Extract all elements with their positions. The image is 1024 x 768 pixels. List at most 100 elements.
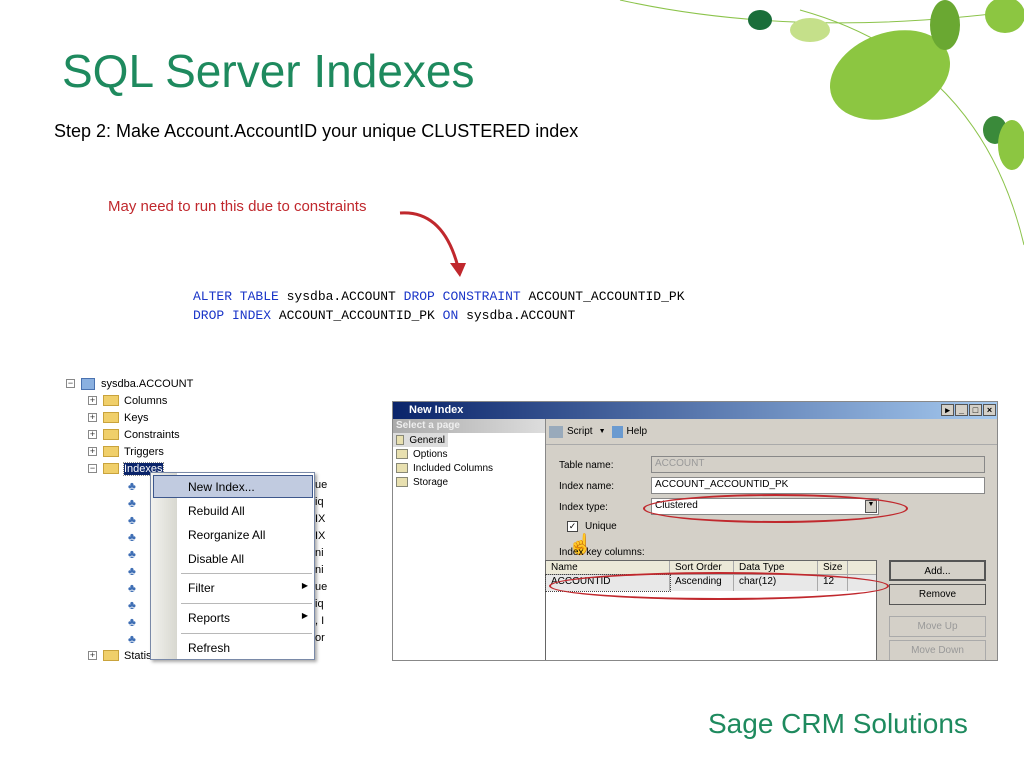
column-header[interactable]: Name <box>546 561 670 574</box>
folder-icon <box>103 412 119 423</box>
slide-title: SQL Server Indexes <box>62 45 475 97</box>
table-name-label: Table name: <box>559 460 614 471</box>
column-header[interactable]: Size <box>818 561 848 574</box>
sql-identifier: sysdba.ACCOUNT <box>458 308 576 323</box>
index-icon: ♣ <box>128 529 136 544</box>
index-icon: ♣ <box>128 546 136 561</box>
sql-keyword: ON <box>442 308 459 323</box>
folder-icon <box>103 429 119 440</box>
menu-item-label: Reports <box>188 611 231 625</box>
menu-item-filter[interactable]: Filter ▶ <box>188 581 308 595</box>
unique-checkbox[interactable]: ✓ <box>567 521 578 532</box>
tree-node-label[interactable]: sysdba.ACCOUNT <box>101 378 193 390</box>
folder-icon <box>103 446 119 457</box>
index-name-fragment[interactable]: ni <box>315 564 324 576</box>
menu-item-rebuild-all[interactable]: Rebuild All <box>188 504 308 518</box>
expand-icon[interactable]: + <box>88 447 97 456</box>
help-icon <box>611 425 623 438</box>
code-line-2: DROP INDEX ACCOUNT_ACCOUNTID_PK ON sysdb… <box>193 306 685 325</box>
add-button[interactable]: Add... <box>889 560 986 581</box>
menu-item-new-index[interactable]: New Index... <box>188 480 308 494</box>
index-icon: ♣ <box>128 597 136 612</box>
dialog-titlebar: New Index ▸ _ □ × <box>393 402 997 419</box>
footer-brand: Sage CRM Solutions <box>708 708 968 739</box>
table-icon <box>81 377 95 390</box>
page-included-columns[interactable]: Included Columns <box>393 461 545 475</box>
index-icon: ♣ <box>128 563 136 578</box>
index-icon: ♣ <box>128 495 136 510</box>
move-down-button[interactable]: Move Down <box>889 640 986 660</box>
tree-node-label[interactable]: Columns <box>124 395 167 407</box>
remove-button[interactable]: Remove <box>889 584 986 605</box>
index-name-fragment[interactable]: ue <box>315 479 327 491</box>
index-name-input[interactable]: ACCOUNT_ACCOUNTID_PK <box>651 477 985 494</box>
page-label: Included Columns <box>413 462 494 474</box>
page-icon <box>396 463 408 473</box>
index-icon: ♣ <box>128 580 136 595</box>
submenu-arrow-icon: ▶ <box>301 581 308 590</box>
page-options[interactable]: Options <box>393 447 545 461</box>
index-icon: ♣ <box>128 631 136 646</box>
sql-code: ALTER TABLE sysdba.ACCOUNT DROP CONSTRAI… <box>193 287 685 325</box>
index-icon: ♣ <box>128 478 136 493</box>
index-name-fragment[interactable]: iq <box>315 496 324 508</box>
window-menu-button[interactable]: ▸ <box>941 404 954 416</box>
maximize-button[interactable]: □ <box>969 404 982 416</box>
sql-keyword: DROP CONSTRAINT <box>403 289 521 304</box>
expand-icon[interactable]: + <box>88 396 97 405</box>
submenu-arrow-icon: ▶ <box>301 611 308 620</box>
tree-node-label[interactable]: Constraints <box>124 429 180 441</box>
index-name-fragment[interactable]: iq <box>315 598 324 610</box>
dialog-title: New Index <box>409 404 464 416</box>
index-name-fragment[interactable]: , I <box>315 615 324 627</box>
page-general[interactable]: General <box>393 433 448 447</box>
minimize-button[interactable]: _ <box>955 404 968 416</box>
index-icon: ♣ <box>128 614 136 629</box>
slide-subtitle: Step 2: Make Account.AccountID your uniq… <box>54 121 579 141</box>
move-up-button[interactable]: Move Up <box>889 616 986 637</box>
expand-icon[interactable]: + <box>88 651 97 660</box>
highlight-oval <box>549 572 889 600</box>
tree-node-label[interactable]: Triggers <box>124 446 164 458</box>
new-index-dialog: New Index ▸ _ □ × Select a page General … <box>392 401 998 661</box>
collapse-icon[interactable]: − <box>66 379 75 388</box>
unique-label: Unique <box>585 521 617 532</box>
select-page-header: Select a page <box>393 419 545 433</box>
dropdown-icon[interactable]: ▼ <box>599 428 606 435</box>
expand-icon[interactable]: + <box>88 413 97 422</box>
constraint-note: May need to run this due to constraints <box>108 198 367 215</box>
script-icon <box>549 425 563 438</box>
table-name-field: ACCOUNT <box>651 456 985 473</box>
close-button[interactable]: × <box>983 404 996 416</box>
expand-icon[interactable]: + <box>88 430 97 439</box>
sql-keyword: DROP INDEX <box>193 308 272 323</box>
script-button[interactable]: Script <box>567 426 593 437</box>
index-type-label: Index type: <box>559 502 608 513</box>
index-name-label: Index name: <box>559 481 615 492</box>
dialog-toolbar: Script ▼ Help <box>546 419 997 445</box>
index-name-fragment[interactable]: IX <box>315 513 325 525</box>
menu-item-disable-all[interactable]: Disable All <box>188 552 308 566</box>
index-name-fragment[interactable]: IX <box>315 530 325 542</box>
index-icon: ♣ <box>128 512 136 527</box>
menu-item-refresh[interactable]: Refresh <box>188 641 308 655</box>
highlight-oval <box>643 494 908 523</box>
index-name-fragment[interactable]: ue <box>315 581 327 593</box>
page-selector: Select a page General Options Included C… <box>393 419 546 660</box>
page-icon <box>396 449 408 459</box>
index-name-fragment[interactable]: ni <box>315 547 324 559</box>
context-menu: New Index... Rebuild All Reorganize All … <box>150 472 315 660</box>
index-name-fragment[interactable]: or <box>315 632 325 644</box>
sql-identifier: sysdba.ACCOUNT <box>278 289 404 304</box>
menu-item-label: Filter <box>188 581 215 595</box>
menu-item-reorganize-all[interactable]: Reorganize All <box>188 528 308 542</box>
leaf-decoration <box>619 0 1024 246</box>
help-button[interactable]: Help <box>627 426 648 437</box>
collapse-icon[interactable]: − <box>88 464 97 473</box>
page-storage[interactable]: Storage <box>393 475 545 489</box>
tree-node-label[interactable]: Keys <box>124 412 148 424</box>
menu-item-reports[interactable]: Reports ▶ <box>188 611 308 625</box>
code-line-1: ALTER TABLE sysdba.ACCOUNT DROP CONSTRAI… <box>193 287 685 306</box>
page-icon <box>396 435 405 445</box>
folder-icon <box>103 650 119 661</box>
